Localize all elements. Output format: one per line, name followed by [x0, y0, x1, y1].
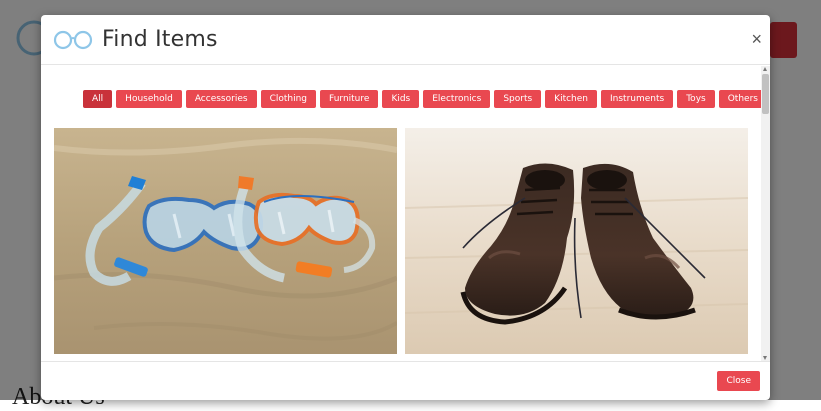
close-icon[interactable]: ×: [751, 30, 762, 48]
close-button[interactable]: Close: [717, 371, 760, 391]
modal-body: All Household Accessories Clothing Furni…: [41, 66, 770, 361]
modal-scrollbar[interactable]: [761, 66, 770, 361]
scroll-up-arrow-icon[interactable]: [763, 67, 767, 71]
modal-footer: Close: [41, 361, 770, 400]
find-items-modal: Find Items × All Household Accessories C…: [41, 15, 770, 400]
item-image-snorkel-masks[interactable]: [54, 128, 397, 354]
filter-accessories[interactable]: Accessories: [185, 90, 257, 108]
filter-furniture[interactable]: Furniture: [320, 90, 379, 108]
item-image-leather-shoes[interactable]: [405, 128, 748, 354]
filter-toys[interactable]: Toys: [677, 90, 715, 108]
filter-kitchen[interactable]: Kitchen: [545, 90, 597, 108]
modal-title: Find Items: [102, 27, 218, 52]
scroll-down-arrow-icon[interactable]: [763, 356, 767, 360]
modal-header: Find Items ×: [41, 15, 770, 65]
filter-sports[interactable]: Sports: [494, 90, 542, 108]
scrollbar-thumb[interactable]: [762, 74, 769, 114]
glasses-logo-icon: [53, 30, 93, 50]
filter-instruments[interactable]: Instruments: [601, 90, 674, 108]
filter-all[interactable]: All: [83, 90, 113, 108]
category-filters: All Household Accessories Clothing Furni…: [83, 90, 767, 108]
filter-others[interactable]: Others: [718, 90, 767, 108]
filter-electronics[interactable]: Electronics: [423, 90, 491, 108]
filter-clothing[interactable]: Clothing: [260, 90, 317, 108]
filter-household[interactable]: Household: [116, 90, 182, 108]
filter-kids[interactable]: Kids: [382, 90, 420, 108]
